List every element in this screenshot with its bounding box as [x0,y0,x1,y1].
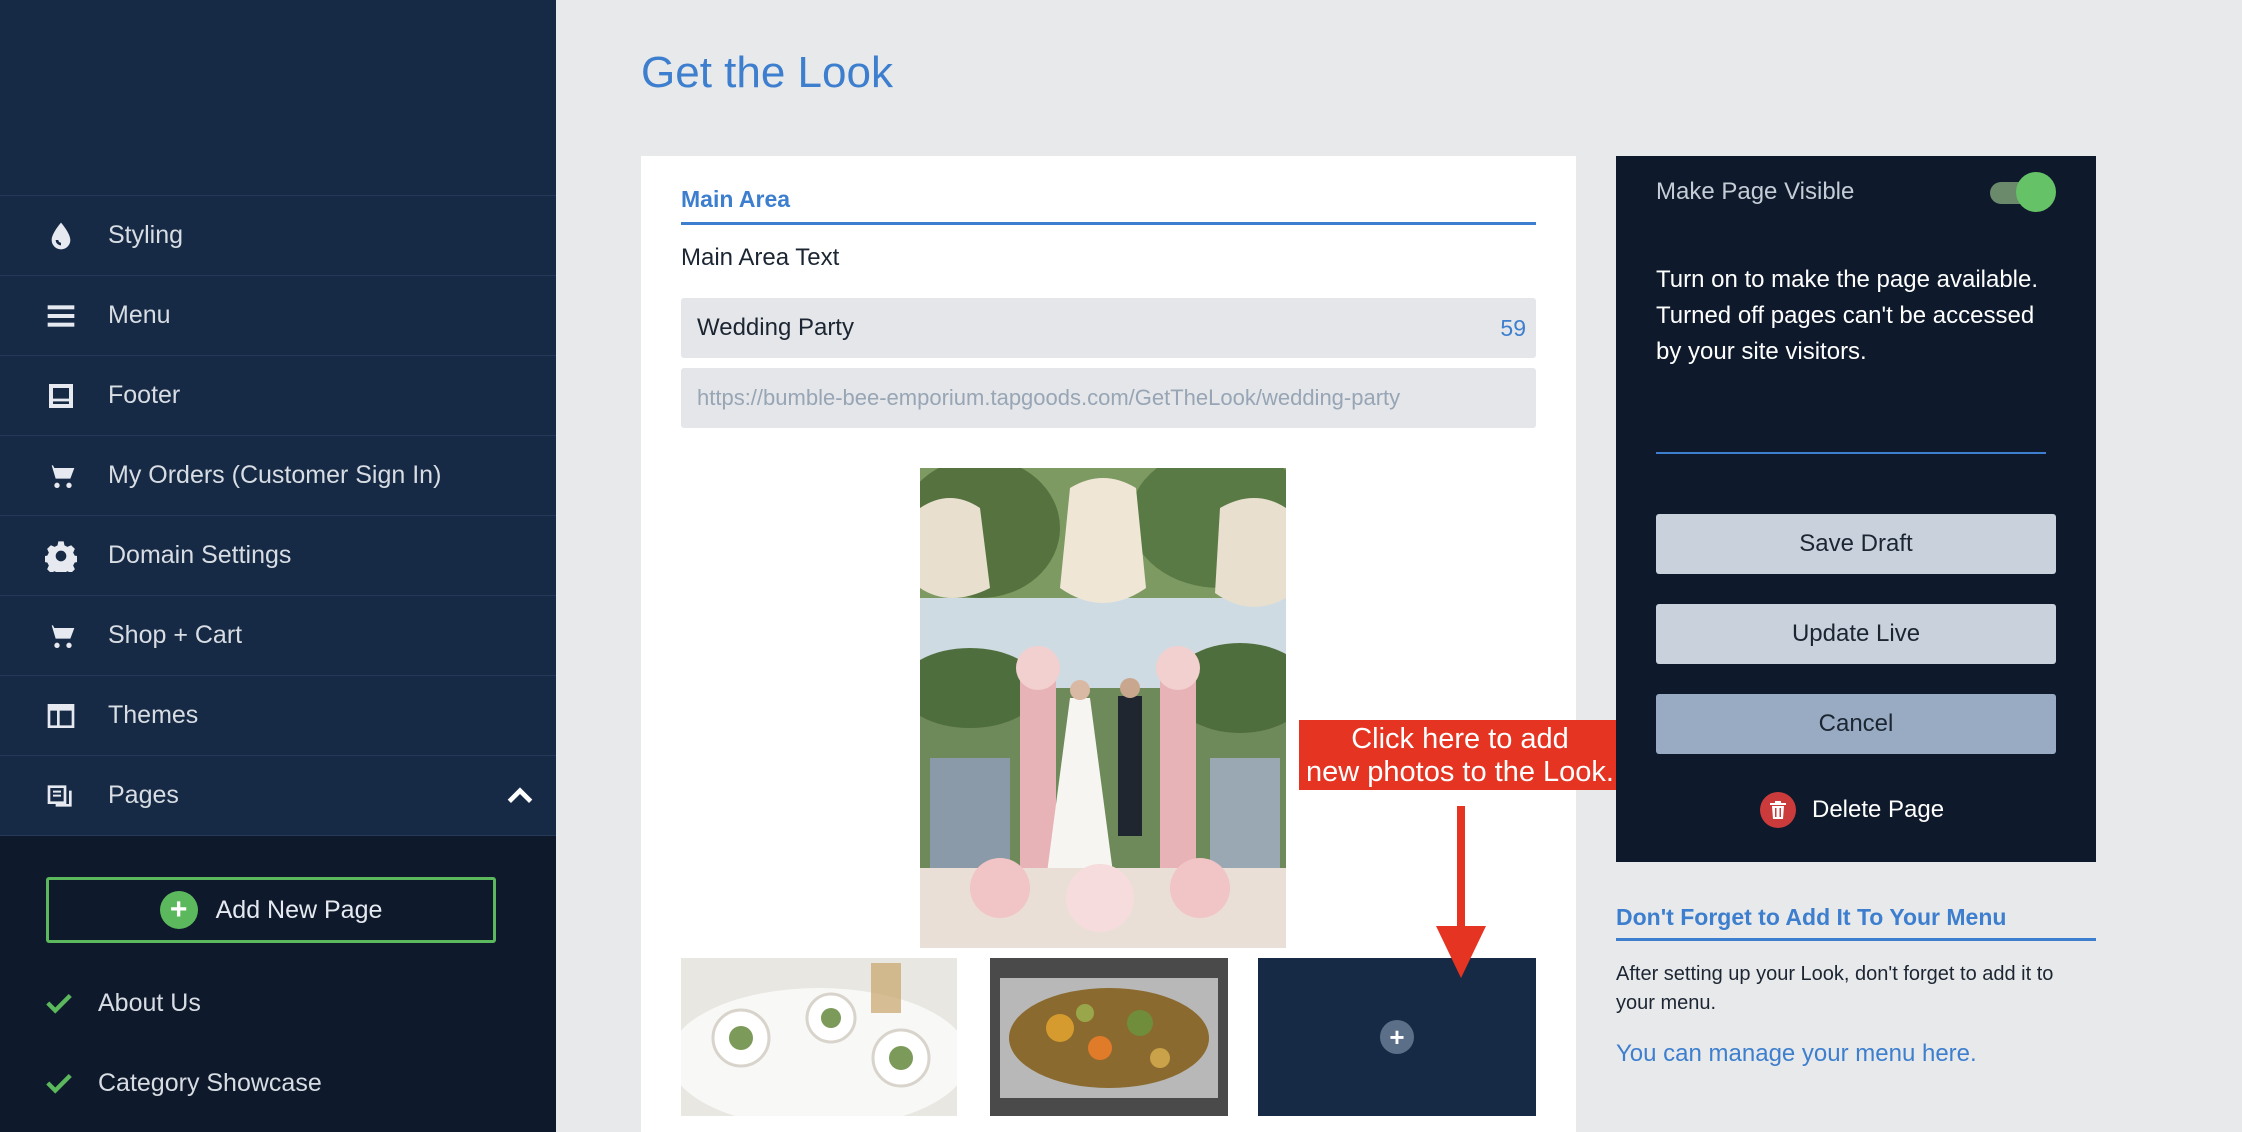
main-look-photo[interactable] [920,468,1286,948]
tab-main-area[interactable]: Main Area [681,186,790,213]
page-url-value: https://bumble-bee-emporium.tapgoods.com… [697,385,1401,410]
sidebar-item-pages[interactable]: Pages [0,756,556,836]
sidebar-item-my-orders[interactable]: My Orders (Customer Sign In) [0,436,556,516]
delete-page-label: Delete Page [1812,796,1945,823]
menu-reminder-underline [1616,938,2096,941]
add-photo-button[interactable]: + [1258,958,1536,1116]
pages-icon [44,779,78,813]
manage-menu-link[interactable]: You can manage your menu here. [1616,1040,1977,1068]
sidebar-item-label: Footer [108,381,181,409]
sidebar-header [0,0,556,196]
menu-reminder-title: Don't Forget to Add It To Your Menu [1616,904,2007,930]
pages-submenu: + Add New Page About Us Category Showcas… [0,836,556,1132]
plus-icon: + [1380,1020,1414,1054]
sidebar-item-label: Themes [108,701,199,729]
sidebar-item-label: My Orders (Customer Sign In) [108,461,442,489]
annotation-line-1: Click here to add [1351,723,1569,755]
page-item-about-us[interactable]: About Us [44,983,201,1023]
page-name-input[interactable]: Wedding Party 59 [681,298,1536,358]
page-visible-toggle[interactable] [1988,170,2058,212]
sidebar-item-footer[interactable]: Footer [0,356,556,436]
menu-reminder-text: After setting up your Look, don't forget… [1616,963,2054,1014]
annotation-callout: Click here to add new photos to the Look… [1299,720,1621,790]
cart-icon [44,619,78,653]
sidebar-item-label: Pages [108,781,179,809]
sidebar-item-label: Menu [108,301,171,329]
sidebar-item-styling[interactable]: Styling [0,196,556,276]
page-url-field[interactable]: https://bumble-bee-emporium.tapgoods.com… [681,368,1536,428]
publish-panel: Make Page Visible Turn on to make the pa… [1616,156,2096,862]
main-area-card: Main Area Main Area Text Wedding Party 5… [641,156,1576,1132]
page-item-category-showcase[interactable]: Category Showcase [44,1063,322,1103]
themes-icon [44,699,78,733]
cancel-button[interactable]: Cancel [1656,694,2056,754]
menu-icon [44,299,78,333]
panel-divider [1656,452,2046,454]
sidebar-item-label: Shop + Cart [108,621,243,649]
check-icon [44,1068,74,1098]
look-photo-thumbnail[interactable] [681,958,957,1116]
cart-icon [44,459,78,493]
tab-underline [681,222,1536,225]
check-icon [44,988,74,1018]
page-item-label: Category Showcase [98,1068,322,1097]
update-live-button[interactable]: Update Live [1656,604,2056,664]
character-count: 59 [1500,314,1526,341]
sidebar-item-themes[interactable]: Themes [0,676,556,756]
toggle-knob [2016,172,2056,212]
trash-icon [1760,792,1796,828]
look-photo-thumbnail[interactable] [990,958,1228,1116]
sidebar-item-shop-cart[interactable]: Shop + Cart [0,596,556,676]
plus-circle-icon: + [159,891,198,929]
sidebar-item-domain-settings[interactable]: Domain Settings [0,516,556,596]
make-page-visible-label: Make Page Visible [1656,178,1855,205]
visibility-help-text: Turn on to make the page available. Turn… [1656,266,2039,365]
annotation-arrow-icon [1436,806,1486,978]
add-new-page-button[interactable]: + Add New Page [46,877,496,943]
main-area-text-label: Main Area Text [681,244,840,271]
page-name-value: Wedding Party [697,314,854,341]
delete-page-button[interactable]: Delete Page [1760,792,1944,828]
gear-icon [44,539,78,573]
sidebar: Styling Menu Footer My Orders (Customer … [0,0,556,1132]
chevron-up-icon[interactable] [504,780,536,812]
annotation-line-2: new photos to the Look. [1306,756,1614,788]
footer-icon [44,379,78,413]
sidebar-item-label: Domain Settings [108,541,292,569]
save-draft-button[interactable]: Save Draft [1656,514,2056,574]
sidebar-item-label: Styling [108,221,184,249]
drop-icon [44,219,78,253]
sidebar-item-menu[interactable]: Menu [0,276,556,356]
add-new-page-label: Add New Page [215,895,383,924]
page-title: Get the Look [641,48,893,97]
page-item-label: About Us [98,988,201,1017]
